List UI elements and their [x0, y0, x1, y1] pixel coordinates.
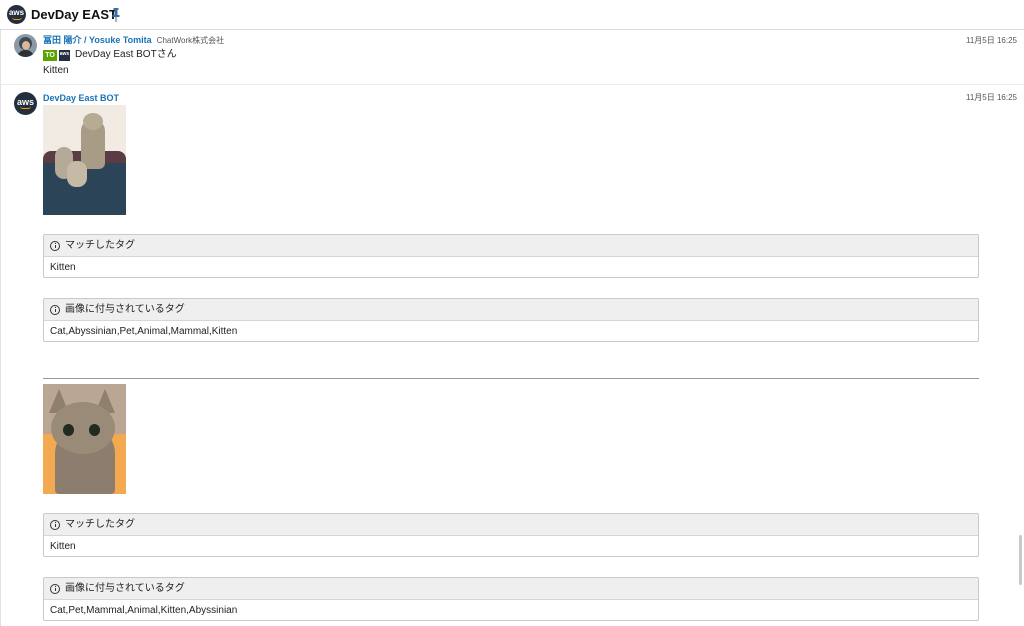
matched-tag-value: Kitten [50, 541, 76, 552]
image-tags-value: Cat,Pet,Mammal,Animal,Kitten,Abyssinian [50, 605, 238, 616]
aws-smile-icon [12, 17, 22, 20]
aws-logo-text: aws [8, 8, 25, 17]
mention-avatar: aws [59, 49, 70, 61]
panel-header: 画像に付与されているタグ [44, 578, 978, 600]
matched-tag-value: Kitten [50, 262, 76, 273]
sender-name[interactable]: DevDay East BOT [43, 93, 119, 104]
pin-icon[interactable] [112, 8, 120, 22]
image-tags-value: Cat,Abyssinian,Pet,Animal,Mammal,Kitten [50, 326, 238, 337]
info-icon [50, 583, 60, 594]
image-tags-panel: 画像に付与されているタグ Cat,Pet,Mammal,Animal,Kitte… [43, 577, 979, 621]
aws-logo-text: aws [16, 97, 34, 107]
matched-tag-panel: マッチしたタグ Kitten [43, 234, 979, 278]
mention-row: TO aws DevDay East BOTさん [43, 49, 177, 61]
message-timestamp: 11月5日 16:25 [966, 36, 1017, 45]
panel-title: 画像に付与されているタグ [65, 303, 185, 315]
mention-name: DevDay East BOTさん [75, 49, 177, 60]
to-badge: TO [43, 49, 57, 61]
aws-smile-icon [20, 106, 31, 109]
room-avatar[interactable]: aws [7, 5, 26, 24]
room-header: aws DevDay EAST [0, 0, 1024, 30]
sender-org: ChatWork株式会社 [156, 36, 225, 45]
cat-photo-1[interactable] [43, 105, 126, 215]
panel-title: 画像に付与されているタグ [65, 582, 185, 594]
image-tags-panel: 画像に付与されているタグ Cat,Abyssinian,Pet,Animal,M… [43, 298, 979, 342]
matched-tag-panel: マッチしたタグ Kitten [43, 513, 979, 557]
message-timestamp: 11月5日 16:25 [966, 93, 1017, 102]
aws-logo-text: aws [59, 50, 70, 57]
panel-title: マッチしたタグ [65, 239, 135, 251]
info-icon [50, 304, 60, 315]
cat-photo-2[interactable] [43, 384, 126, 494]
panel-header: 画像に付与されているタグ [44, 299, 978, 321]
info-icon [50, 240, 60, 251]
room-title: DevDay EAST [31, 7, 117, 22]
user-avatar[interactable] [14, 34, 37, 57]
message-item: 冨田 陽介 / Yosuke Tomita ChatWork株式会社 11月5日 … [0, 30, 1024, 84]
result-divider [43, 378, 979, 379]
bot-avatar[interactable]: aws [14, 92, 37, 115]
panel-header: マッチしたタグ [44, 514, 978, 536]
panel-header: マッチしたタグ [44, 235, 978, 257]
sender-name-text[interactable]: DevDay East BOT [43, 93, 119, 103]
message-text: Kitten [43, 65, 69, 76]
sender-name-text[interactable]: 冨田 陽介 / Yosuke Tomita [43, 35, 152, 45]
panel-title: マッチしたタグ [65, 518, 135, 530]
sender-name[interactable]: 冨田 陽介 / Yosuke Tomita ChatWork株式会社 [43, 35, 224, 46]
scrollbar-thumb[interactable] [1019, 535, 1022, 585]
info-icon [50, 519, 60, 530]
